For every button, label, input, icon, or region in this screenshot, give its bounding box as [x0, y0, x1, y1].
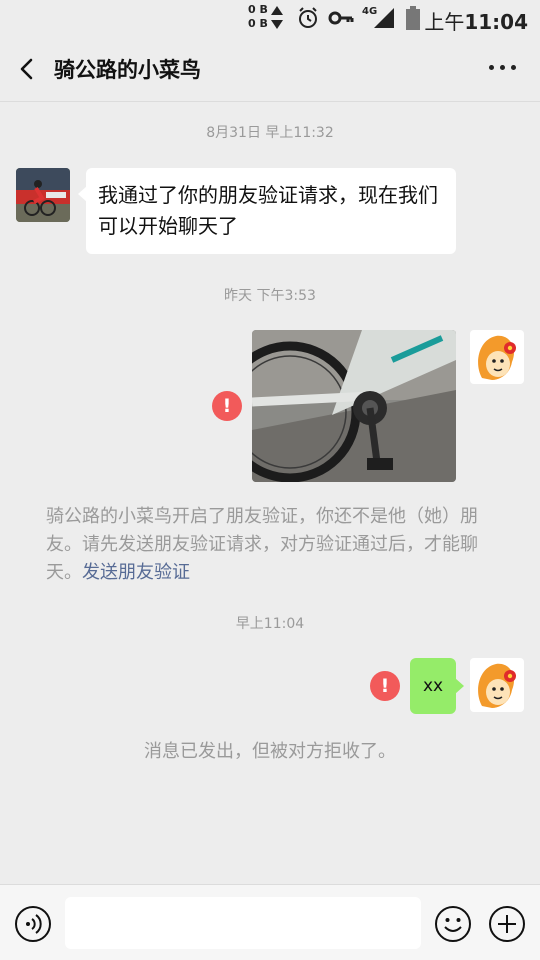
voice-input-icon[interactable] — [14, 905, 52, 943]
timestamp: 早上11:04 — [235, 616, 305, 632]
emoji-icon[interactable] — [434, 905, 472, 943]
download-arrow-icon — [270, 19, 283, 29]
message-input[interactable] — [65, 897, 421, 949]
signal-icon — [374, 8, 394, 28]
my-avatar[interactable] — [470, 330, 524, 384]
input-bar — [0, 884, 540, 960]
net-down-value: 0 B — [248, 17, 268, 30]
send-failed-icon[interactable]: ! — [370, 671, 400, 701]
timestamp: 8月31日 早上11:32 — [206, 125, 334, 141]
more-functions-icon[interactable] — [488, 905, 526, 943]
chat-title: 骑公路的小菜鸟 — [54, 58, 201, 82]
net-up-value: 0 B — [248, 3, 268, 16]
network-speed: 0 B 0 B — [248, 3, 283, 31]
status-bar: 0 B 0 B 4G 上午11:04 — [0, 0, 540, 36]
send-friend-request-link[interactable]: 发送朋友验证 — [82, 562, 190, 583]
alarm-icon — [299, 7, 317, 28]
clock: 上午11:04 — [424, 6, 528, 35]
key-icon — [328, 11, 354, 25]
time-value: 11:04 — [464, 10, 528, 34]
battery-icon — [406, 6, 420, 30]
upload-arrow-icon — [270, 5, 283, 15]
contact-avatar[interactable] — [16, 168, 70, 222]
system-notice: 骑公路的小菜鸟开启了朋友验证，你还不是他（她）朋友。请先发送朋友验证请求，对方验… — [46, 503, 496, 587]
sent-message-bubble[interactable]: xx — [410, 658, 464, 714]
back-icon[interactable] — [14, 55, 42, 83]
sent-image-message[interactable] — [252, 330, 456, 482]
chat-header: 骑公路的小菜鸟 — [0, 36, 540, 102]
timestamp: 昨天 下午3:53 — [224, 288, 316, 304]
received-message-bubble[interactable]: 我通过了你的朋友验证请求，现在我们可以开始聊天了 — [78, 168, 456, 254]
send-failed-icon[interactable]: ! — [212, 391, 242, 421]
more-options-icon[interactable] — [489, 65, 516, 70]
my-avatar[interactable] — [470, 658, 524, 712]
time-prefix: 上午 — [424, 10, 465, 34]
rejected-notice: 消息已发出，但被对方拒收了。 — [144, 741, 396, 762]
